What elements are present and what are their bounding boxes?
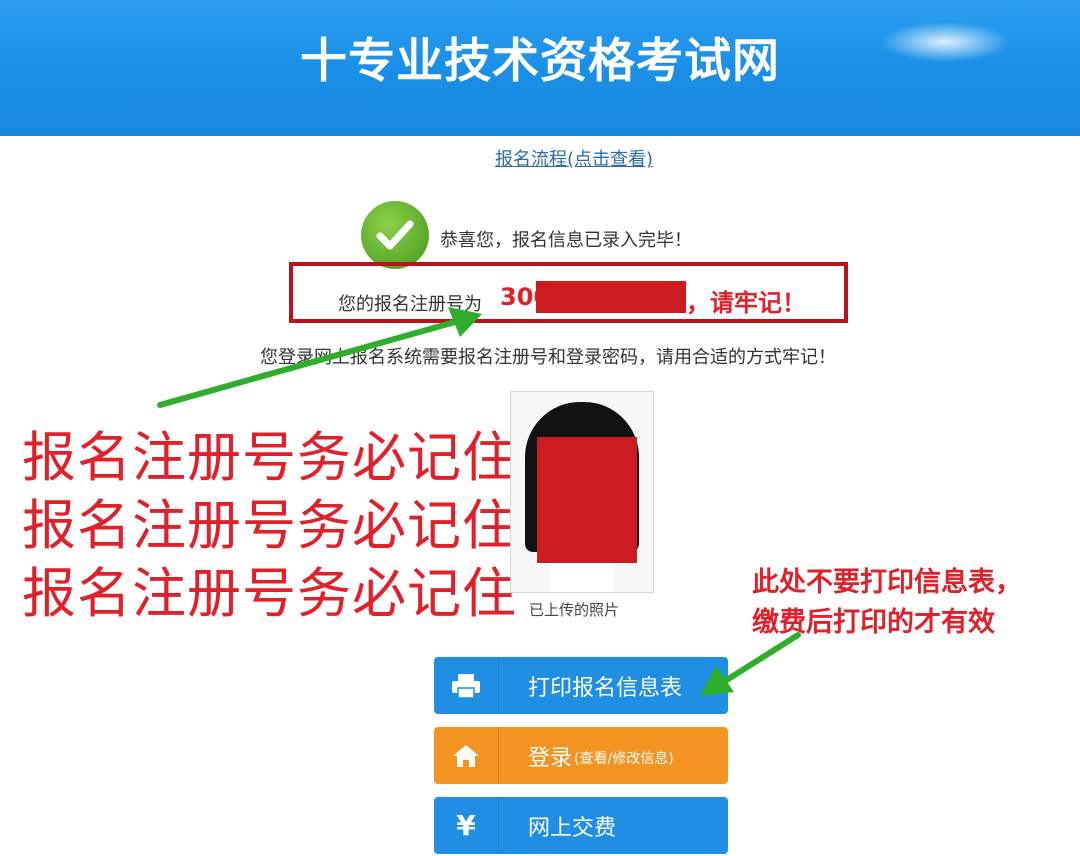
registration-number-label: 您的报名注册号为: [338, 294, 482, 315]
site-title: 十专业技术资格考试网: [300, 34, 780, 89]
login-button-label: 登录 (查看/修改信息): [528, 727, 674, 784]
arrow-to-print-button: [719, 632, 801, 686]
banner-glow: [880, 22, 1010, 62]
registration-process-link[interactable]: 报名流程(点击查看): [495, 145, 653, 171]
print-registration-form-button[interactable]: 打印报名信息表: [434, 657, 728, 714]
warning-annotation: 报名注册号务必记住: [22, 562, 517, 625]
home-icon: [434, 727, 499, 784]
login-sub-label: (查看/修改信息): [574, 750, 674, 767]
print-warning-line: 此处不要打印信息表，: [752, 567, 1022, 598]
print-warning-line: 缴费后打印的才有效: [752, 607, 995, 638]
online-payment-button[interactable]: ¥ 网上交费: [434, 797, 728, 854]
print-button-label: 打印报名信息表: [528, 675, 683, 701]
registration-number-reminder: ，请牢记！: [686, 289, 806, 317]
registration-number-redaction: [536, 281, 686, 313]
photo-caption: 已上传的照片: [529, 601, 620, 619]
photo-face-redaction: [537, 437, 637, 563]
header-banner: 十专业技术资格考试网: [0, 0, 1080, 136]
login-credentials-note: 您登录网上报名系统需要报名注册号和登录密码，请用合适的方式牢记！: [260, 347, 836, 368]
uploaded-photo: [510, 391, 654, 593]
yen-icon: ¥: [434, 797, 499, 854]
check-icon: [361, 201, 429, 269]
success-message: 恭喜您，报名信息已录入完毕！: [440, 230, 692, 251]
login-label: 登录: [528, 745, 573, 771]
login-button[interactable]: 登录 (查看/修改信息): [434, 727, 728, 784]
payment-button-label: 网上交费: [528, 815, 617, 841]
printer-icon: [434, 657, 499, 714]
